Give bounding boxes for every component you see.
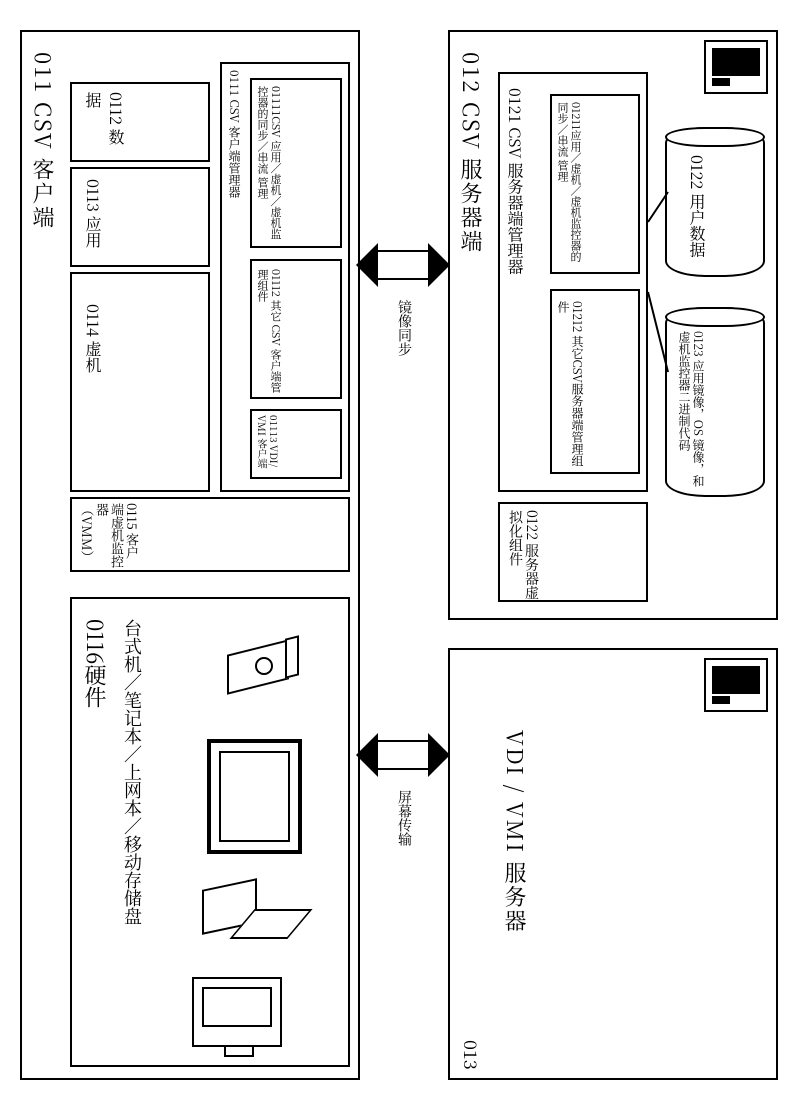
server-manager-other-label: 01212 其它CSV服务器端管理组件 bbox=[556, 301, 584, 472]
server-virt: 0122 服务器虚拟化组件 bbox=[498, 502, 648, 602]
client-vmm-label: 0115 客户端虚机监控器（VMM） bbox=[80, 503, 140, 570]
screen-transfer-label: 屏幕传输 bbox=[395, 790, 415, 846]
client-data-label: 0112 数据 bbox=[82, 92, 128, 160]
client-app-label: 0113 应用 bbox=[82, 179, 105, 248]
mobile-drive-icon bbox=[227, 629, 312, 704]
client-vmm: 0115 客户端虚机监控器（VMM） bbox=[70, 497, 350, 572]
client-vdi: 01113 VDI/ VMI 客户端 bbox=[250, 409, 342, 479]
image-sync-label: 镜像同步 bbox=[395, 300, 415, 356]
vdi-vmi-server: VDI / VMI 服务器 013 bbox=[448, 648, 778, 1080]
vdi-id: 013 bbox=[458, 1040, 484, 1070]
vdi-computer-icon bbox=[704, 658, 768, 712]
client-manager-title: 0111 CSV 客户端管理器 bbox=[226, 70, 243, 198]
server-manager-sync-label: 01211应用／虚机／虚机监控器的同步／串流 管理 bbox=[556, 102, 582, 272]
vdi-title: VDI / VMI 服务器 bbox=[500, 730, 531, 934]
server-title: 012 CSV 服务器端 bbox=[456, 52, 487, 254]
client-hardware: 0116硬件 台式机／笔记本／上网本／移动存储盘 bbox=[70, 597, 350, 1067]
server-manager-title: 0121 CSV 服务器端管理器 bbox=[506, 88, 524, 274]
server-manager: 0121 CSV 服务器端管理器 01211应用／虚机／虚机监控器的同步／串流 … bbox=[498, 72, 648, 492]
images-cylinder: 0123 应用镜像，OS 镜像，和虚机监控器二进制代码 bbox=[665, 307, 765, 497]
hardware-title: 0116硬件 bbox=[80, 619, 111, 708]
image-sync-arrow bbox=[378, 250, 428, 280]
userdata-label: 0122 用户数据 bbox=[687, 155, 707, 257]
server-manager-sync: 01211应用／虚机／虚机监控器的同步／串流 管理 bbox=[550, 94, 640, 274]
client-manager-other: 01112 其它 CSV 客户端管理组件 bbox=[250, 259, 342, 399]
desktop-icon bbox=[192, 977, 282, 1047]
client-manager-sync-label: 01111CSV 应用／虚机／虚机监控器的同步／串流 管理 bbox=[256, 86, 282, 246]
tablet-icon bbox=[207, 739, 302, 854]
server-computer-icon bbox=[704, 40, 768, 94]
client-title: 011 CSV 客户端 bbox=[28, 52, 59, 230]
images-label: 0123 应用镜像，OS 镜像，和虚机监控器二进制代码 bbox=[677, 331, 705, 495]
client-manager-other-label: 01112 其它 CSV 客户端管理组件 bbox=[256, 269, 282, 397]
client-vdi-label: 01113 VDI/ VMI 客户端 bbox=[256, 415, 280, 477]
laptop-icon bbox=[202, 869, 302, 949]
client-app: 0113 应用 bbox=[70, 167, 210, 267]
userdata-cylinder: 0122 用户数据 bbox=[665, 127, 765, 277]
csv-server: 012 CSV 服务器端 0121 CSV 服务器端管理器 01211应用／虚机… bbox=[448, 30, 778, 620]
client-manager-sync: 01111CSV 应用／虚机／虚机监控器的同步／串流 管理 bbox=[250, 78, 342, 248]
hardware-subtitle: 台式机／笔记本／上网本／移动存储盘 bbox=[122, 619, 144, 925]
server-manager-other: 01212 其它CSV服务器端管理组件 bbox=[550, 289, 640, 474]
client-manager: 0111 CSV 客户端管理器 01111CSV 应用／虚机／虚机监控器的同步／… bbox=[220, 62, 350, 492]
csv-client: 011 CSV 客户端 0112 数据 0113 应用 0114 虚机 0115… bbox=[20, 30, 360, 1080]
client-vm: 0114 虚机 bbox=[70, 272, 210, 492]
client-vm-label: 0114 虚机 bbox=[82, 304, 105, 373]
cylinder-connectors bbox=[646, 172, 670, 432]
client-data: 0112 数据 bbox=[70, 82, 210, 162]
server-virt-label: 0122 服务器虚拟化组件 bbox=[508, 510, 540, 600]
screen-transfer-arrow bbox=[378, 740, 428, 770]
